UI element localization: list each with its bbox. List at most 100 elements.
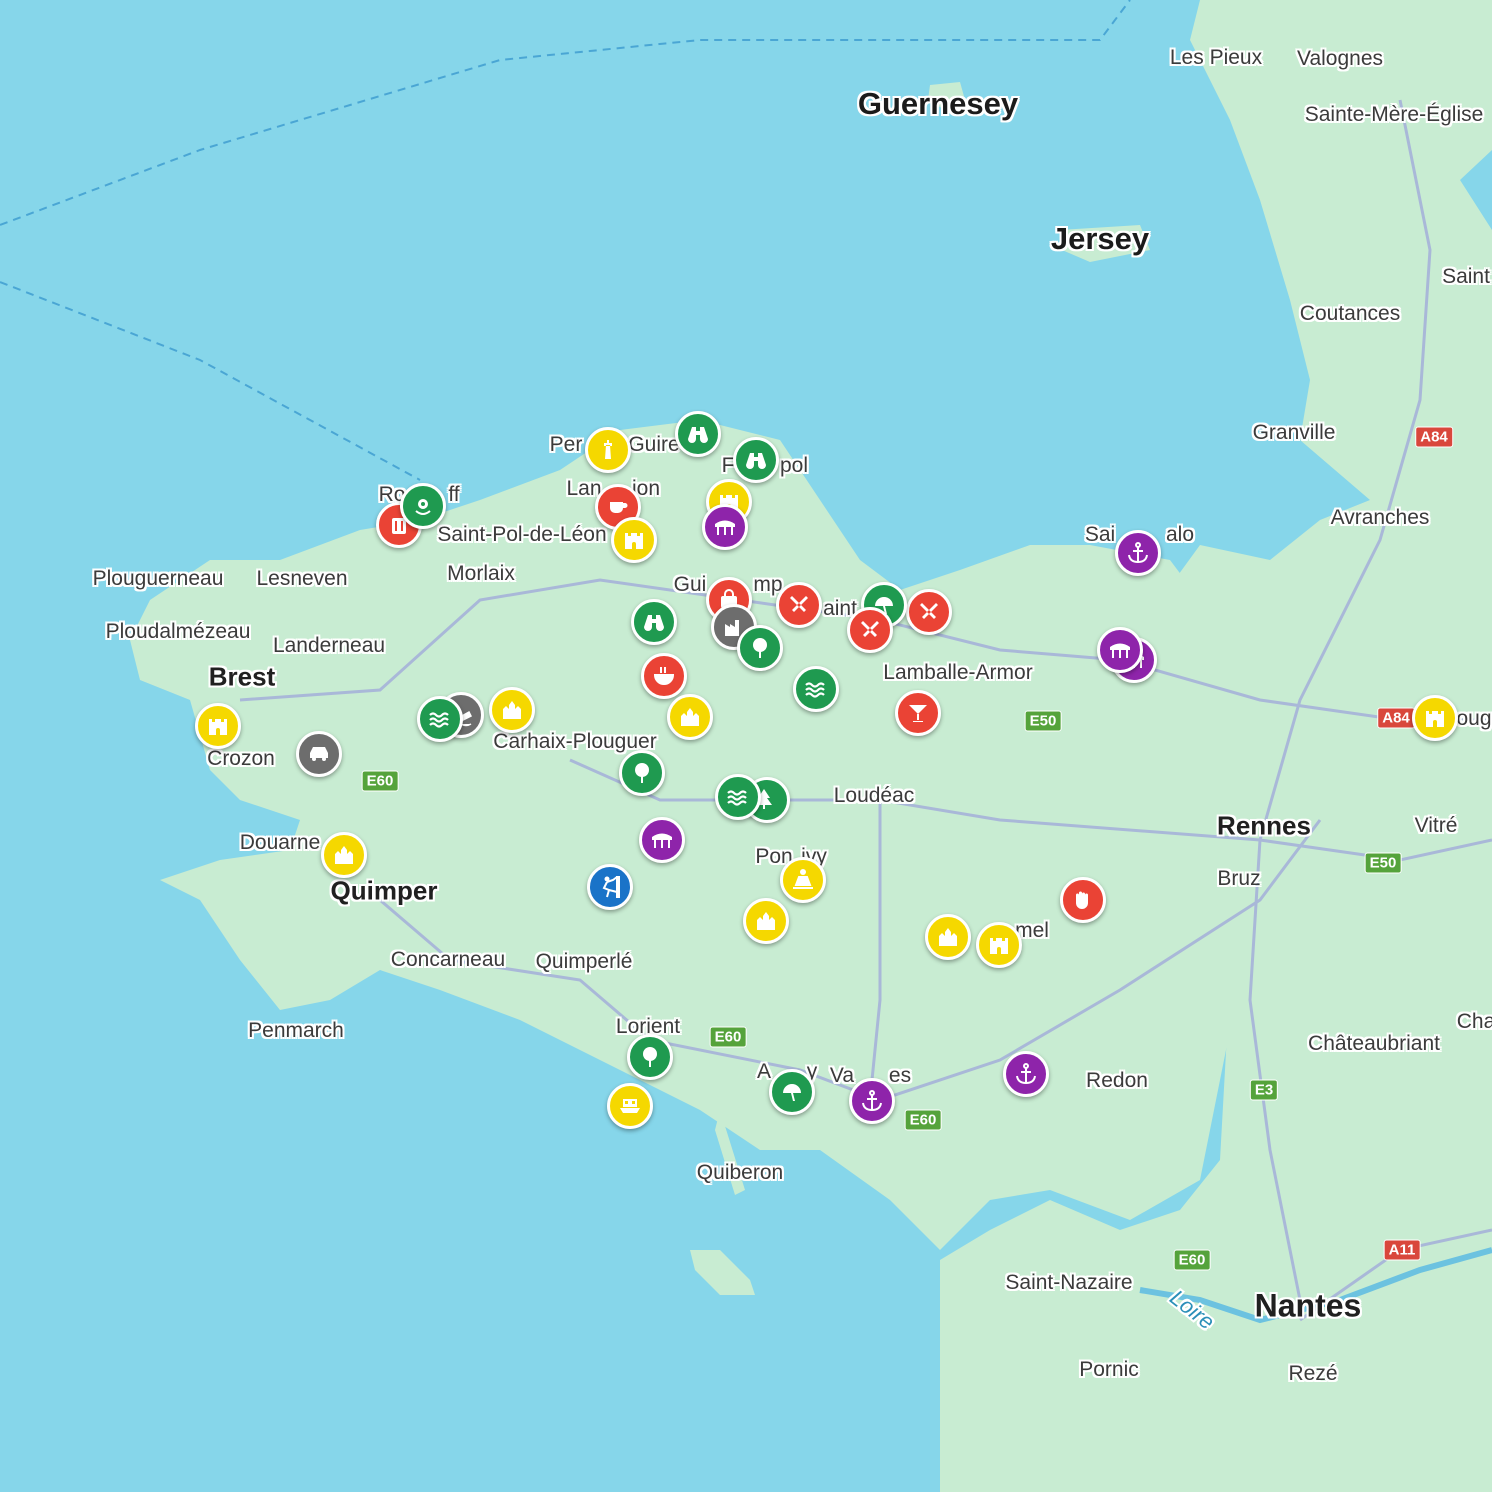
climbing-marker[interactable] [587, 864, 633, 910]
town-label: Cha [1456, 1010, 1492, 1033]
cooking-marker[interactable] [1060, 877, 1106, 923]
monument-icon [939, 928, 957, 946]
town-label: Guire [628, 433, 680, 456]
anchor-marker[interactable] [1003, 1051, 1049, 1097]
umbrella-icon [783, 1084, 801, 1101]
town-label: Landerneau [272, 634, 386, 657]
town-label: Saint [1442, 265, 1490, 288]
road-shield: A11 [1383, 1239, 1421, 1261]
monument-marker[interactable] [667, 694, 713, 740]
water-marker[interactable] [715, 774, 761, 820]
town-label: Quiberon [696, 1161, 784, 1184]
car-icon [310, 747, 328, 761]
restaurant-marker[interactable] [906, 589, 952, 635]
lighthouse-marker[interactable] [585, 427, 631, 473]
bowl-icon [653, 667, 675, 685]
flower-icon [415, 499, 431, 515]
binoculars-marker[interactable] [675, 411, 721, 457]
town-label: Rezé [1288, 1362, 1338, 1385]
city-label-quimper: Quimper [330, 875, 438, 906]
anchor-marker[interactable] [1115, 530, 1161, 576]
hand-icon [1076, 891, 1088, 909]
town-label: ff [448, 483, 460, 506]
car-marker[interactable] [296, 731, 342, 777]
flower-marker[interactable] [400, 483, 446, 529]
town-label: Les Pieux [1169, 46, 1263, 69]
monument-icon [335, 846, 353, 864]
bridge-marker[interactable] [702, 504, 748, 550]
castle-marker[interactable] [611, 517, 657, 563]
bridge-icon [715, 520, 735, 535]
tree-marker[interactable] [737, 625, 783, 671]
cutlery-icon [790, 596, 808, 612]
monument-marker[interactable] [321, 832, 367, 878]
town-label: Coutances [1299, 302, 1401, 325]
town-label: Pornic [1079, 1358, 1139, 1381]
castle-marker[interactable] [195, 703, 241, 749]
water-marker[interactable] [793, 666, 839, 712]
food-marker[interactable] [641, 653, 687, 699]
binoculars-icon [644, 615, 664, 631]
restaurant-marker[interactable] [776, 582, 822, 628]
town-label: Lamballe-Armor [883, 661, 1033, 684]
climbing-icon [602, 876, 620, 898]
town-label: Crozon [207, 747, 275, 770]
town-label: Ploudalmézeau [105, 620, 251, 643]
bridge-icon [652, 833, 672, 848]
bridge-marker[interactable] [1097, 627, 1143, 673]
monument-marker[interactable] [925, 914, 971, 960]
castle-icon [209, 719, 227, 735]
town-label: Saint-Pol-de-Léon [437, 523, 607, 546]
road-shield: E60 [1173, 1249, 1211, 1271]
cocktail-icon [909, 705, 927, 722]
beach-marker[interactable] [769, 1069, 815, 1115]
binoculars-icon [746, 453, 766, 469]
map-canvas[interactable]: Guernesey Jersey Brest Quimper Rennes Na… [0, 0, 1492, 1492]
bridge-icon [1110, 643, 1130, 658]
anchor-marker[interactable] [849, 1078, 895, 1124]
anchor-icon [862, 1090, 882, 1112]
cutlery-icon [920, 603, 938, 619]
town-label: Lesneven [256, 567, 348, 590]
ferry-icon [620, 1099, 640, 1113]
town-label: Quimperlé [535, 950, 633, 973]
road-shield: E3 [1249, 1079, 1279, 1101]
restaurant-marker[interactable] [847, 607, 893, 653]
anchor-icon [1128, 542, 1148, 564]
castle-marker[interactable] [1412, 695, 1458, 741]
monument-marker[interactable] [743, 898, 789, 944]
road-shield: A84 [1377, 707, 1415, 729]
cutlery-icon [861, 621, 879, 637]
town-label: Avranches [1330, 506, 1430, 529]
town-label: Vitré [1414, 814, 1458, 837]
road-shield: A84 [1415, 426, 1453, 448]
town-label: Carhaix-Plouguer [493, 730, 657, 753]
castle-marker[interactable] [976, 922, 1022, 968]
binoculars-icon [688, 427, 708, 443]
binoculars-marker[interactable] [733, 437, 779, 483]
island-label-jersey: Jersey [1050, 221, 1150, 256]
town-label: alo [1165, 523, 1195, 546]
tree-icon [643, 1047, 657, 1067]
bar-marker[interactable] [895, 690, 941, 736]
tree-marker[interactable] [619, 750, 665, 796]
tree-icon [635, 763, 649, 783]
binoculars-marker[interactable] [631, 599, 677, 645]
waves-icon [727, 790, 747, 806]
monument-icon [757, 912, 775, 930]
waves-icon [805, 682, 825, 698]
castle-icon [990, 938, 1008, 954]
city-label-nantes: Nantes [1254, 1287, 1362, 1324]
town-label: Morlaix [447, 562, 515, 585]
bridge-marker[interactable] [639, 817, 685, 863]
water-marker[interactable] [417, 696, 463, 742]
town-label: oug [1456, 707, 1492, 730]
monument-marker[interactable] [489, 687, 535, 733]
tree-marker[interactable] [627, 1034, 673, 1080]
castle-icon [1426, 711, 1444, 727]
town-label: Valognes [1296, 47, 1384, 70]
town-label: Penmarch [248, 1019, 344, 1042]
city-label-rennes: Rennes [1217, 810, 1311, 841]
meditation-marker[interactable] [780, 857, 826, 903]
ferry-marker[interactable] [607, 1083, 653, 1129]
